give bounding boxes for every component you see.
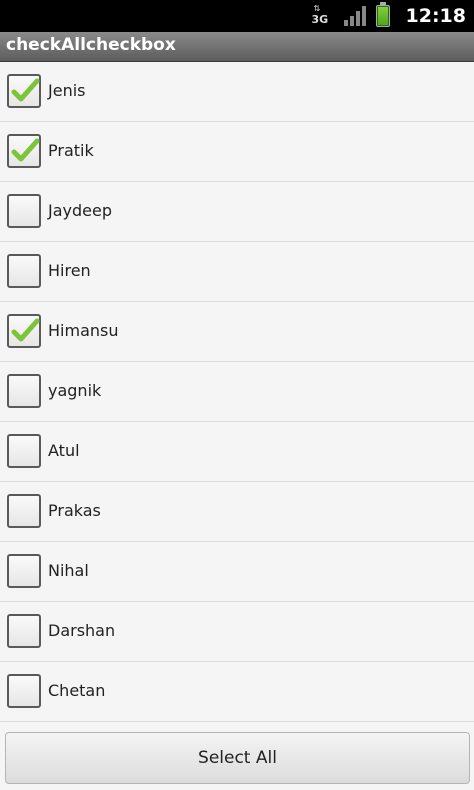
- checkmark-icon: [11, 78, 40, 102]
- list-item-label: Pratik: [48, 141, 94, 160]
- list-item[interactable]: yagnik: [0, 362, 474, 422]
- checkmark-icon: [11, 318, 40, 342]
- list-item-label: Himansu: [48, 321, 119, 340]
- list-item-label: Nihal: [48, 561, 89, 580]
- list-item-label: Prakas: [48, 501, 101, 520]
- select-all-button[interactable]: Select All: [5, 732, 470, 784]
- checkbox[interactable]: [7, 674, 41, 708]
- screen: ⇅ 3G 12:18 checkAllcheckbox Jenis Pratik…: [0, 0, 474, 790]
- list-item[interactable]: Atul: [0, 422, 474, 482]
- checkbox[interactable]: [7, 374, 41, 408]
- checkbox[interactable]: [7, 614, 41, 648]
- status-time: 12:18: [405, 5, 466, 27]
- list-item-label: Chetan: [48, 681, 106, 700]
- list-item[interactable]: Jenis: [0, 62, 474, 122]
- checkbox[interactable]: [7, 194, 41, 228]
- list-item-label: Jenis: [48, 81, 86, 100]
- list-item[interactable]: Darshan: [0, 602, 474, 662]
- list-item-label: Darshan: [48, 621, 116, 640]
- list-item[interactable]: Hiren: [0, 242, 474, 302]
- list-item-label: Jaydeep: [48, 201, 112, 220]
- title-bar: checkAllcheckbox: [0, 32, 474, 62]
- checkbox[interactable]: [7, 134, 41, 168]
- signal-icon: [343, 6, 366, 26]
- battery-charging-icon: [375, 2, 390, 27]
- checkmark-icon: [11, 138, 40, 162]
- checkbox[interactable]: [7, 554, 41, 588]
- list-item[interactable]: Pratik: [0, 122, 474, 182]
- app-title: checkAllcheckbox: [6, 35, 176, 55]
- list-item-label: yagnik: [48, 381, 102, 400]
- status-bar: ⇅ 3G 12:18: [0, 0, 474, 32]
- checkbox[interactable]: [7, 434, 41, 468]
- checkbox-list: Jenis Pratik Jaydeep Hiren Himansu yagni…: [0, 62, 474, 722]
- list-item[interactable]: Prakas: [0, 482, 474, 542]
- list-item-label: Hiren: [48, 261, 91, 280]
- list-item[interactable]: Jaydeep: [0, 182, 474, 242]
- list-item[interactable]: Chetan: [0, 662, 474, 722]
- checkbox[interactable]: [7, 494, 41, 528]
- checkbox[interactable]: [7, 254, 41, 288]
- network-3g-icon: ⇅ 3G: [311, 4, 329, 26]
- list-item-label: Atul: [48, 441, 80, 460]
- checkbox[interactable]: [7, 74, 41, 108]
- list-item[interactable]: Nihal: [0, 542, 474, 602]
- list-item[interactable]: Himansu: [0, 302, 474, 362]
- checkbox[interactable]: [7, 314, 41, 348]
